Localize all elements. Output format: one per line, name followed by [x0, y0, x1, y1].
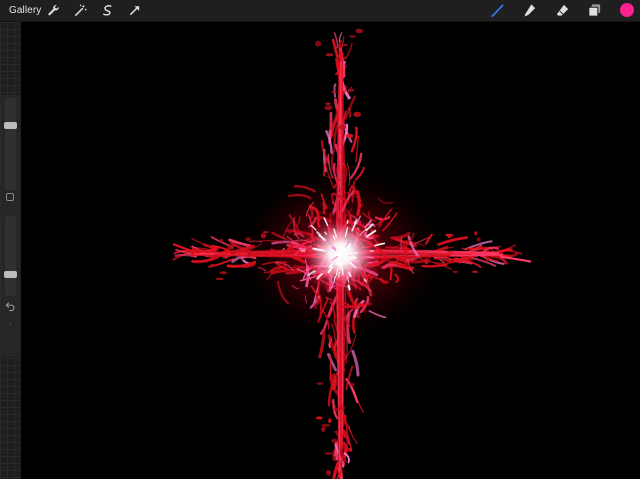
redo-icon — [9, 323, 12, 326]
paint-blob — [220, 238, 224, 244]
paint-blob — [338, 124, 347, 130]
paint-blob — [209, 263, 216, 267]
paint-blob — [314, 40, 322, 47]
smudge-icon — [524, 4, 536, 17]
paint-blob — [472, 270, 478, 273]
brush-tool-button[interactable] — [490, 3, 505, 18]
left-sidebar — [0, 22, 21, 479]
sparkle-artwork — [21, 22, 640, 479]
paint-blob — [325, 470, 332, 476]
smudge-tool-button[interactable] — [522, 3, 537, 18]
undo-icon — [5, 302, 15, 312]
selection-icon — [103, 5, 112, 16]
layers-button[interactable] — [587, 3, 602, 18]
magic-wand-icon — [75, 4, 87, 16]
brush-stroke — [477, 246, 488, 250]
brush-stroke — [333, 83, 337, 98]
spark-line — [336, 259, 341, 266]
procreate-app: Gallery — [0, 0, 640, 479]
spark-line — [365, 256, 375, 259]
layers-icon — [588, 4, 601, 17]
paint-blob — [355, 28, 364, 34]
paint-blob — [345, 133, 354, 138]
color-picker-button[interactable] — [620, 3, 634, 17]
paint-blob — [331, 90, 337, 94]
modify-button[interactable] — [6, 193, 14, 201]
redo-button[interactable] — [5, 319, 16, 330]
paint-blob — [321, 426, 326, 432]
paint-blob — [476, 237, 481, 242]
adjustments-magic-wand-icon[interactable] — [73, 3, 88, 18]
spark-line — [341, 267, 344, 276]
paint-blob — [315, 416, 323, 420]
brush-size-slider-thumb[interactable] — [4, 122, 17, 129]
paint-blob — [215, 277, 224, 281]
paint-blob — [485, 255, 490, 262]
paint-blob — [474, 231, 478, 236]
spark-line — [341, 247, 345, 252]
paint-blob — [316, 382, 324, 385]
opacity-slider-thumb[interactable] — [4, 271, 17, 278]
paint-blob — [328, 418, 332, 424]
eraser-tool-button[interactable] — [555, 3, 570, 18]
paint-blob — [332, 407, 341, 411]
top-toolbar: Gallery — [0, 0, 640, 22]
paint-blob — [348, 382, 356, 387]
move-arrow-icon — [130, 6, 140, 15]
wrench-icon — [48, 4, 59, 16]
paint-blob — [452, 270, 459, 273]
paint-blob — [325, 53, 334, 57]
spark-line — [298, 248, 307, 251]
undo-button[interactable] — [5, 301, 16, 312]
paint-blob — [321, 424, 331, 427]
paint-blob — [348, 447, 353, 452]
spark-line — [329, 263, 333, 268]
paint-blob — [324, 452, 333, 455]
paint-blob — [347, 88, 355, 92]
transform-arrow-icon[interactable] — [127, 3, 142, 18]
spark-line — [346, 219, 349, 225]
gallery-button[interactable]: Gallery — [9, 3, 41, 18]
paint-blob — [211, 254, 220, 259]
paint-blob — [219, 271, 227, 275]
paint-blob — [349, 35, 356, 38]
paint-blob — [325, 102, 331, 105]
sidebar-controls — [1, 95, 20, 357]
brush-size-slider[interactable] — [4, 98, 17, 190]
paint-blob — [353, 111, 362, 117]
paint-blob — [331, 438, 338, 444]
eraser-icon — [556, 4, 569, 16]
actions-wrench-icon[interactable] — [46, 3, 61, 18]
selection-tool-icon[interactable] — [100, 3, 115, 18]
opacity-slider[interactable] — [4, 216, 17, 296]
brush-icon — [491, 4, 504, 17]
spark-line — [338, 271, 340, 278]
paint-blob — [341, 44, 349, 46]
paint-blob — [324, 105, 333, 111]
spark-line — [347, 284, 351, 291]
drawing-canvas[interactable] — [21, 22, 640, 479]
